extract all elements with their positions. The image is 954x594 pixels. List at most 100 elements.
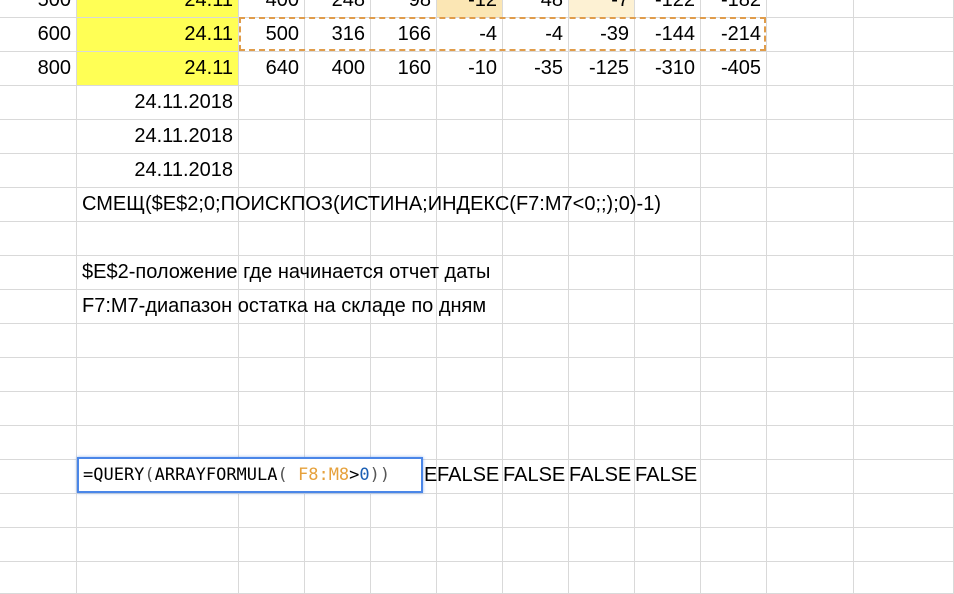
empty-cell[interactable] [635, 86, 701, 120]
empty-cell[interactable] [569, 426, 635, 460]
empty-cell[interactable] [305, 426, 371, 460]
empty-cell[interactable] [239, 528, 305, 562]
empty-cell[interactable] [854, 120, 954, 154]
empty-cell[interactable] [0, 426, 77, 460]
date-cell[interactable]: 24.11.2018 [77, 120, 239, 154]
empty-cell[interactable] [371, 392, 437, 426]
empty-cell[interactable] [239, 392, 305, 426]
empty-cell[interactable] [767, 528, 854, 562]
empty-cell[interactable] [635, 222, 701, 256]
empty-cell[interactable] [305, 392, 371, 426]
empty-cell[interactable] [437, 86, 503, 120]
empty-cell[interactable] [635, 256, 701, 290]
empty-cell[interactable] [635, 120, 701, 154]
cell-row1-col2[interactable]: 248 [305, 0, 371, 18]
empty-cell[interactable] [437, 494, 503, 528]
empty-cell[interactable] [0, 222, 77, 256]
cell-row1-col4[interactable]: -12 [437, 0, 503, 18]
cell-row3-col10[interactable] [854, 52, 954, 86]
empty-cell[interactable] [854, 86, 954, 120]
empty-cell[interactable] [767, 222, 854, 256]
empty-cell[interactable] [635, 358, 701, 392]
empty-cell[interactable] [0, 392, 77, 426]
empty-cell[interactable] [569, 494, 635, 528]
empty-cell[interactable] [77, 324, 239, 358]
empty-cell[interactable] [569, 290, 635, 324]
empty-cell[interactable] [503, 324, 569, 358]
empty-cell[interactable] [305, 120, 371, 154]
empty-cell[interactable] [767, 188, 854, 222]
cell-row2-col7[interactable]: -144 [635, 18, 701, 52]
empty-cell[interactable] [701, 154, 767, 188]
empty-cell[interactable] [767, 392, 854, 426]
empty-cell[interactable] [305, 528, 371, 562]
cell-row3-col2[interactable]: 400 [305, 52, 371, 86]
empty-cell[interactable] [701, 290, 767, 324]
empty-cell[interactable] [635, 154, 701, 188]
empty-cell[interactable] [239, 324, 305, 358]
empty-cell[interactable] [371, 494, 437, 528]
empty-cell[interactable] [305, 222, 371, 256]
empty-cell[interactable] [701, 358, 767, 392]
empty-cell[interactable] [854, 358, 954, 392]
empty-cell[interactable] [0, 358, 77, 392]
empty-cell[interactable] [0, 324, 77, 358]
empty-cell[interactable] [701, 528, 767, 562]
empty-cell[interactable] [569, 358, 635, 392]
cell-a-row2[interactable]: 600 [0, 18, 77, 52]
empty-cell[interactable] [437, 358, 503, 392]
empty-cell[interactable] [767, 256, 854, 290]
empty-cell[interactable] [0, 256, 77, 290]
empty-cell[interactable] [371, 426, 437, 460]
empty-cell[interactable] [767, 562, 854, 594]
cell-row2-col8[interactable]: -214 [701, 18, 767, 52]
empty-cell[interactable] [239, 358, 305, 392]
cell-row3-col6[interactable]: -125 [569, 52, 635, 86]
empty-cell[interactable] [503, 154, 569, 188]
empty-cell[interactable] [767, 460, 854, 494]
cell-row3-col8[interactable]: -405 [701, 52, 767, 86]
cell-row3-col4[interactable]: -10 [437, 52, 503, 86]
empty-cell[interactable] [0, 528, 77, 562]
empty-cell[interactable] [503, 256, 569, 290]
empty-cell[interactable] [305, 562, 371, 594]
date-cell[interactable]: 24.11.2018 [77, 86, 239, 120]
empty-cell[interactable] [77, 562, 239, 594]
empty-cell[interactable] [371, 528, 437, 562]
empty-cell[interactable] [0, 494, 77, 528]
empty-cell[interactable] [437, 324, 503, 358]
empty-cell[interactable] [77, 528, 239, 562]
empty-cell[interactable] [503, 392, 569, 426]
cell-row2-col2[interactable]: 316 [305, 18, 371, 52]
empty-cell[interactable] [854, 392, 954, 426]
cell-e-row1[interactable]: 24.11 [77, 0, 239, 18]
cell-row1-col5[interactable]: 48 [503, 0, 569, 18]
empty-cell[interactable] [767, 290, 854, 324]
formula-editor-input[interactable]: =QUERY(ARRAYFORMULA( F8:M8>0)) [77, 457, 423, 493]
cell-row2-col6[interactable]: -39 [569, 18, 635, 52]
empty-cell[interactable] [701, 86, 767, 120]
empty-cell[interactable] [767, 324, 854, 358]
empty-cell[interactable] [854, 426, 954, 460]
empty-cell[interactable] [635, 324, 701, 358]
empty-cell[interactable] [305, 358, 371, 392]
empty-cell[interactable] [77, 392, 239, 426]
empty-cell[interactable] [569, 528, 635, 562]
empty-cell[interactable] [569, 256, 635, 290]
empty-cell[interactable] [503, 494, 569, 528]
cell-row1-col1[interactable]: 400 [239, 0, 305, 18]
empty-cell[interactable] [503, 86, 569, 120]
empty-cell[interactable] [437, 426, 503, 460]
empty-cell[interactable] [77, 222, 239, 256]
empty-cell[interactable] [0, 290, 77, 324]
empty-cell[interactable] [767, 494, 854, 528]
empty-cell[interactable] [569, 154, 635, 188]
empty-cell[interactable] [503, 562, 569, 594]
empty-cell[interactable] [503, 358, 569, 392]
empty-cell[interactable] [77, 426, 239, 460]
empty-cell[interactable] [437, 120, 503, 154]
cell-row1-col6[interactable]: -7 [569, 0, 635, 18]
cell-row3-col5[interactable]: -35 [503, 52, 569, 86]
empty-cell[interactable] [437, 154, 503, 188]
empty-cell[interactable] [239, 222, 305, 256]
